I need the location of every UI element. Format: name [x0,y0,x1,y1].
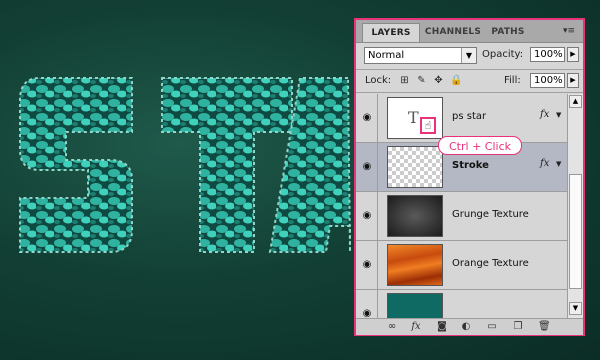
divider [356,69,583,70]
scrollbar-thumb[interactable] [569,174,582,289]
tab-channels[interactable]: CHANNELS [422,23,484,42]
lock-label: Lock: [365,75,392,86]
panel-menu-icon[interactable]: ▾≡ [562,25,576,37]
visibility-toggle[interactable]: ◉ [356,290,378,318]
visibility-toggle[interactable]: ◉ [356,192,378,240]
chevron-down-icon[interactable]: ▼ [556,160,561,168]
opacity-value: 100% [534,49,563,60]
layer-thumbnail[interactable] [387,293,443,318]
ctrl-click-callout: Ctrl + Click [438,136,522,155]
lock-position-icon[interactable]: ✥ [433,75,444,86]
layers-list: ◉ T ps star fx ▼ ◉ Stroke fx ▼ ◉ Grunge … [356,94,567,318]
layer-name: Grunge Texture [452,209,529,220]
layer-name: Stroke [452,160,489,171]
lock-all-icon[interactable]: 🔒 [450,75,462,86]
add-mask-icon[interactable]: ◙ [436,321,448,333]
fill-field[interactable]: 100% [530,73,565,88]
delete-layer-icon[interactable]: 🗑 [538,321,551,333]
opacity-field[interactable]: 100% [530,47,565,62]
visibility-toggle[interactable]: ◉ [356,94,378,142]
new-group-icon[interactable]: ▭ [486,321,498,333]
eye-icon: ◉ [362,308,372,319]
visibility-toggle[interactable]: ◉ [356,143,378,191]
tab-paths[interactable]: PATHS [486,23,530,42]
chevron-down-icon[interactable]: ▼ [556,111,561,119]
panel-footer: ∞ fx ◙ ◐ ▭ ❐ 🗑 [356,318,583,335]
link-layers-icon[interactable]: ∞ [386,321,398,333]
layer-thumbnail[interactable] [387,195,443,237]
new-layer-icon[interactable]: ❐ [512,321,524,333]
hand-cursor-icon: ☝ [420,117,436,134]
eye-icon: ◉ [362,112,372,123]
fill-slider-icon[interactable]: ▶ [567,73,579,88]
chevron-down-icon[interactable]: ▼ [461,48,476,63]
lock-image-pixels-icon[interactable]: ✎ [416,75,427,86]
fill-label: Fill: [504,75,521,86]
layers-scrollbar[interactable]: ▲ ▼ [567,94,583,318]
fill-value: 100% [534,75,563,86]
layer-name: ps star [452,111,487,122]
adjustment-layer-icon[interactable]: ◐ [460,321,472,333]
lock-transparent-pixels-icon[interactable]: ⊞ [399,75,410,86]
fx-icon[interactable]: fx [540,158,549,169]
fx-icon[interactable]: fx [540,109,549,120]
divider [356,92,583,93]
eye-icon: ◉ [362,161,372,172]
layer-row-orange-texture[interactable]: ◉ Orange Texture [356,241,567,290]
blend-mode-value: Normal [368,50,405,61]
layer-row-teal-texture[interactable]: ◉ [356,290,567,318]
layer-row-grunge-texture[interactable]: ◉ Grunge Texture [356,192,567,241]
tab-layers[interactable]: LAYERS [362,23,420,42]
visibility-toggle[interactable]: ◉ [356,241,378,289]
opacity-label: Opacity: [482,49,524,60]
opacity-slider-icon[interactable]: ▶ [567,47,579,62]
eye-icon: ◉ [362,210,372,221]
layers-panel: LAYERS CHANNELS PATHS ▾≡ Normal ▼ Opacit… [354,18,585,336]
scroll-up-icon[interactable]: ▲ [569,95,582,108]
layer-thumbnail[interactable] [387,244,443,286]
panel-tab-bar: LAYERS CHANNELS PATHS ▾≡ [356,20,583,43]
layer-thumbnail[interactable] [387,146,443,188]
scroll-down-icon[interactable]: ▼ [569,302,582,315]
text-layer-icon: T [408,108,419,127]
blend-mode-select[interactable]: Normal ▼ [364,47,477,64]
fx-icon[interactable]: fx [410,321,422,333]
eye-icon: ◉ [362,259,372,270]
blend-row: Normal ▼ Opacity: 100% ▶ [364,47,579,65]
layer-name: Orange Texture [452,258,529,269]
